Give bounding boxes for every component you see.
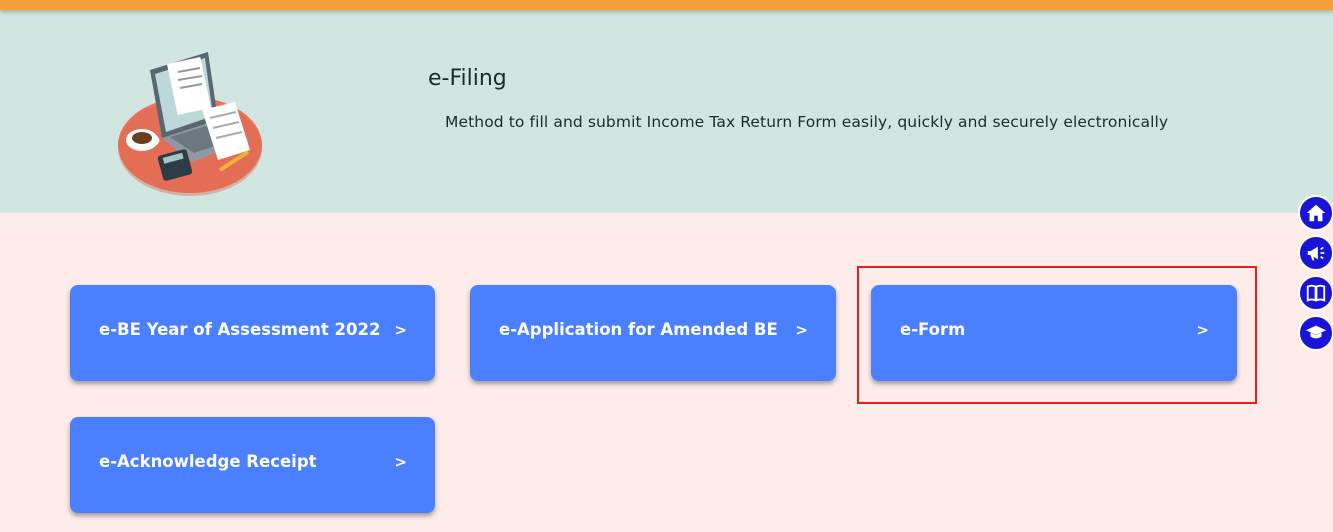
megaphone-icon[interactable] <box>1298 235 1333 271</box>
card-e-application-amended-be[interactable]: e-Application for Amended BE > <box>470 285 836 381</box>
home-icon[interactable] <box>1298 195 1333 231</box>
card-label: e-Acknowledge Receipt <box>99 452 317 471</box>
page-title: e-Filing <box>428 66 507 91</box>
highlight-box <box>857 266 1257 404</box>
book-icon[interactable] <box>1298 275 1333 311</box>
header-banner: e-Filing Method to fill and submit Incom… <box>0 10 1333 213</box>
tax-filing-illustration <box>118 52 262 196</box>
card-e-acknowledge-receipt[interactable]: e-Acknowledge Receipt > <box>70 417 435 513</box>
chevron-right-icon: > <box>394 321 407 339</box>
card-e-be-year-of-assessment[interactable]: e-BE Year of Assessment 2022 > <box>70 285 435 381</box>
top-accent-bar <box>0 0 1333 10</box>
card-label: e-BE Year of Assessment 2022 <box>99 320 381 339</box>
page-subtitle: Method to fill and submit Income Tax Ret… <box>445 113 1169 131</box>
chevron-right-icon: > <box>795 321 808 339</box>
graduation-cap-icon[interactable] <box>1298 315 1333 351</box>
chevron-right-icon: > <box>394 453 407 471</box>
card-label: e-Application for Amended BE <box>499 320 778 339</box>
